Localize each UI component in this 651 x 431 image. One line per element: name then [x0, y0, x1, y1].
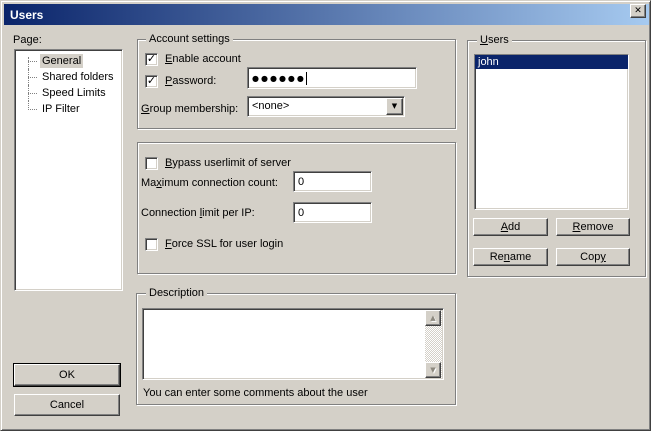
tree-item-speed-limits[interactable]: Speed Limits: [15, 85, 122, 101]
cancel-button[interactable]: Cancel: [14, 394, 120, 416]
rename-user-button[interactable]: Rename: [473, 248, 548, 266]
tree-item-general[interactable]: General: [15, 53, 122, 69]
group-membership-label: Group membership:: [141, 103, 238, 116]
users-list[interactable]: john: [474, 54, 629, 210]
window-title: Users: [4, 8, 43, 22]
description-group: Description ▲ ▼ You can enter some comme…: [136, 293, 456, 405]
conn-limit-per-ip-input[interactable]: 0: [293, 202, 372, 223]
description-textarea[interactable]: ▲ ▼: [142, 308, 444, 380]
dropdown-arrow-icon: ▼: [392, 103, 397, 110]
copy-user-button[interactable]: Copy: [556, 248, 630, 266]
users-title: Users: [477, 34, 512, 47]
users-group: Users john Add Remove Rename Copy: [467, 40, 646, 277]
remove-user-button[interactable]: Remove: [556, 218, 630, 236]
checkmark-icon: ✓: [147, 53, 156, 64]
tree-item-shared-folders[interactable]: Shared folders: [15, 69, 122, 85]
close-button[interactable]: ✕: [630, 4, 646, 18]
description-hint: You can enter some comments about the us…: [143, 387, 368, 400]
title-bar[interactable]: Users: [4, 4, 649, 25]
enable-account-checkbox[interactable]: ✓: [145, 53, 158, 66]
password-checkbox[interactable]: ✓: [145, 75, 158, 88]
max-connection-input[interactable]: 0: [293, 171, 372, 192]
group-membership-value: <none>: [252, 100, 289, 113]
close-icon: ✕: [634, 7, 642, 16]
force-ssl-label[interactable]: Force SSL for user login: [165, 238, 283, 251]
group-membership-select[interactable]: <none> ▼: [247, 96, 405, 117]
account-settings-title: Account settings: [146, 33, 233, 46]
max-connection-label: Maximum connection count:: [141, 177, 278, 190]
combo-dropdown-button[interactable]: ▼: [386, 98, 403, 115]
ok-button[interactable]: OK: [14, 364, 120, 386]
force-ssl-checkbox[interactable]: ✓: [145, 238, 158, 251]
tree-item-ip-filter[interactable]: IP Filter: [15, 101, 122, 117]
checkmark-icon: ✓: [147, 75, 156, 86]
page-tree[interactable]: General Shared folders Speed Limits IP F…: [14, 49, 123, 291]
text-cursor: [306, 72, 307, 85]
enable-account-label[interactable]: Enable account: [165, 53, 241, 66]
bypass-userlimit-checkbox[interactable]: ✓: [145, 157, 158, 170]
scroll-up-icon: ▲: [430, 315, 435, 322]
description-title: Description: [146, 287, 207, 300]
account-settings-group: Account settings ✓ Enable account ✓ Pass…: [137, 39, 456, 129]
scroll-down-button[interactable]: ▼: [425, 362, 441, 378]
password-field[interactable]: ●●●●●●: [247, 67, 417, 89]
description-scrollbar[interactable]: ▲ ▼: [425, 310, 442, 378]
password-label[interactable]: Password:: [165, 75, 216, 88]
users-dialog: Users ✕ Page: General Shared folders Spe…: [0, 0, 651, 431]
scroll-down-icon: ▼: [430, 367, 435, 374]
scroll-up-button[interactable]: ▲: [425, 310, 441, 326]
bypass-userlimit-label[interactable]: Bypass userlimit of server: [165, 157, 291, 170]
password-value: ●●●●●●: [252, 74, 306, 83]
connection-limits-group: ✓ Bypass userlimit of server Maximum con…: [137, 142, 456, 274]
add-user-button[interactable]: Add: [473, 218, 548, 236]
list-item-john[interactable]: john: [475, 55, 628, 69]
conn-limit-per-ip-label: Connection limit per IP:: [141, 207, 255, 220]
page-label: Page:: [13, 34, 42, 47]
